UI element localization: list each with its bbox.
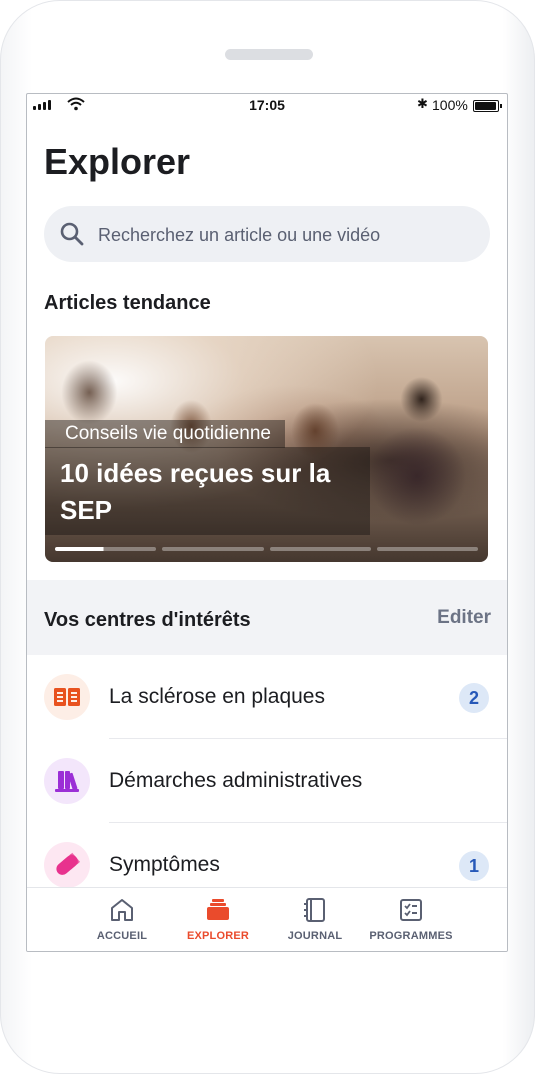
featured-article-card[interactable]: Conseils vie quotidienne 10 idées reçues…: [45, 336, 488, 562]
pill-icon: [44, 842, 90, 888]
interest-count-badge: 1: [459, 851, 489, 881]
article-category: Conseils vie quotidienne: [45, 420, 285, 448]
notebook-icon: [304, 898, 325, 922]
status-bar: 17:05 ✱ 100%: [27, 94, 507, 116]
phone-frame: 17:05 ✱ 100% Explorer Articles tendance …: [0, 0, 535, 1074]
interest-count-badge: 2: [459, 683, 489, 713]
article-title: 10 idées reçues sur la SEP: [45, 447, 370, 535]
interest-label: La sclérose en plaques: [109, 685, 325, 708]
carousel-indicators: [55, 547, 478, 551]
interest-label: Démarches administratives: [109, 769, 363, 792]
books-on-shelf-icon: [44, 758, 90, 804]
tab-accueil[interactable]: ACCUEIL: [74, 888, 170, 951]
tab-label: ACCUEIL: [96, 930, 148, 942]
page-title: Explorer: [44, 141, 191, 182]
carousel-indicator[interactable]: [55, 547, 157, 551]
edit-interests-button[interactable]: Editer: [437, 607, 491, 629]
phone-speaker: [225, 49, 313, 60]
tab-journal[interactable]: JOURNAL: [267, 888, 363, 951]
tab-explorer[interactable]: EXPLORER: [170, 888, 266, 951]
interest-item-sclerose[interactable]: La sclérose en plaques 2: [27, 655, 507, 739]
search-icon: [60, 222, 84, 246]
interest-item-demarches[interactable]: Démarches administratives: [27, 739, 507, 823]
interests-heading: Vos centres d'intérêts: [44, 609, 251, 631]
tab-label: PROGRAMMES: [369, 930, 453, 942]
carousel-indicator[interactable]: [376, 547, 478, 551]
tab-label: JOURNAL: [287, 930, 343, 942]
battery-icon: [473, 100, 502, 112]
trending-heading: Articles tendance: [44, 292, 211, 314]
interest-label: Symptômes: [109, 853, 220, 876]
search-bar[interactable]: [44, 206, 490, 264]
search-input[interactable]: [96, 206, 480, 264]
open-book-icon: [44, 674, 90, 720]
tab-label: EXPLORER: [186, 930, 250, 942]
stack-icon: [207, 899, 229, 920]
bluetooth-icon: ✱: [417, 96, 428, 111]
carousel-indicator[interactable]: [269, 547, 371, 551]
home-icon: [111, 899, 133, 921]
checklist-icon: [400, 899, 422, 921]
tab-programmes[interactable]: PROGRAMMES: [363, 888, 459, 951]
app-screen: 17:05 ✱ 100% Explorer Articles tendance …: [26, 93, 508, 952]
carousel-indicator[interactable]: [162, 547, 264, 551]
interests-header: Vos centres d'intérêts Editer: [27, 580, 507, 655]
battery-percent: 100%: [432, 97, 468, 113]
bottom-tab-bar: ACCUEIL EXPLORER JOURNAL PROGRAMMES: [27, 887, 507, 951]
